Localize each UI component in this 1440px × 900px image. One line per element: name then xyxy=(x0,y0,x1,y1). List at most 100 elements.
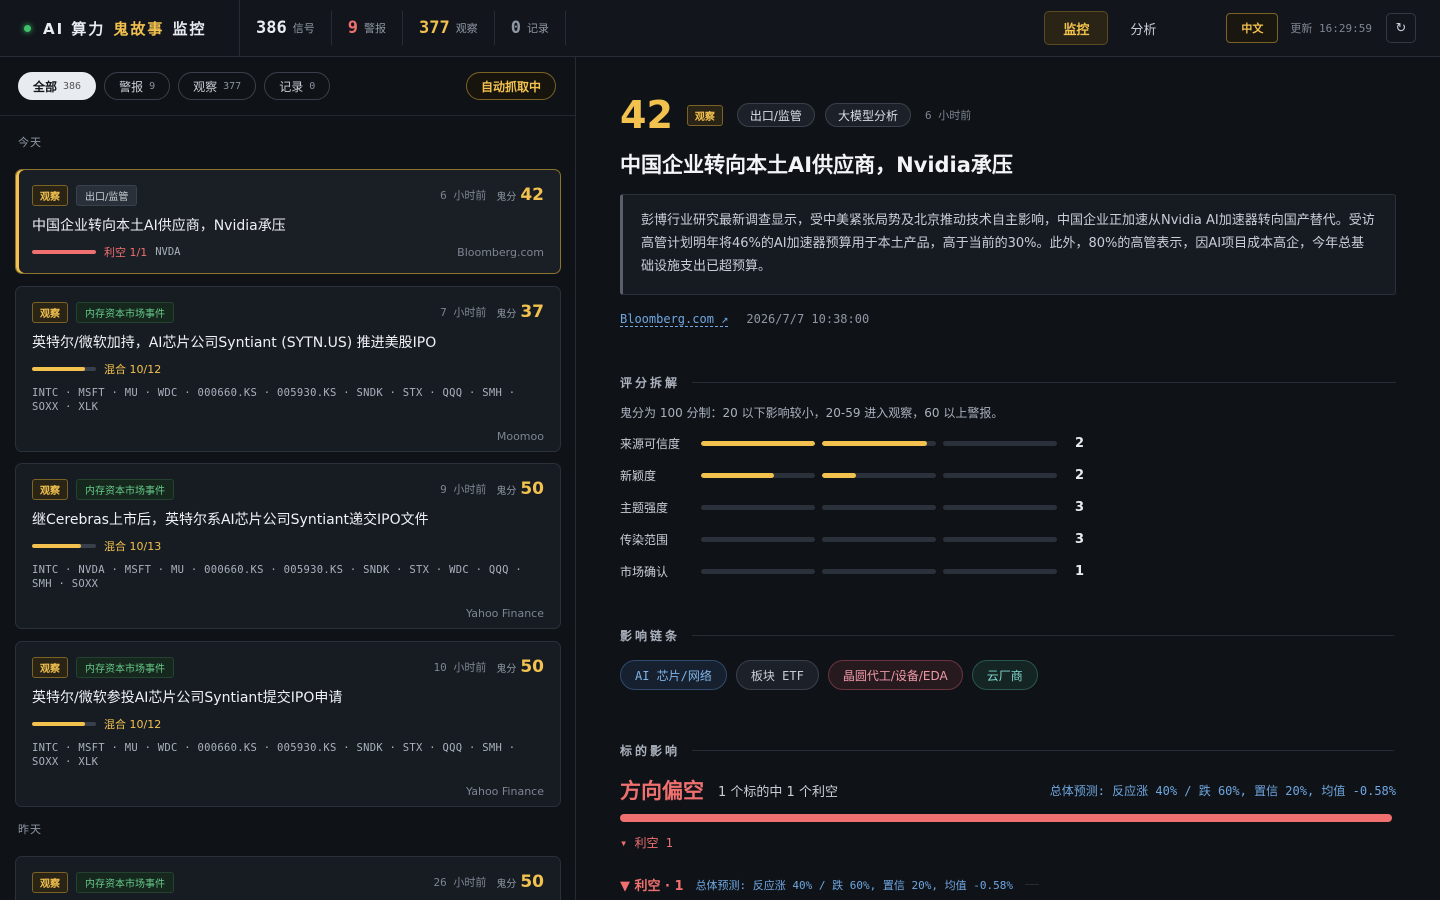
signal-card[interactable]: 观察 内存资本市场事件 26 小时前 鬼分 50 xyxy=(15,856,561,900)
filter-alert-chip[interactable]: 警报 9 xyxy=(104,72,171,100)
brand-title-a: AI 算力 xyxy=(43,19,106,38)
score-row-label: 主题强度 xyxy=(620,500,669,515)
refresh-icon: ↻ xyxy=(1395,20,1407,36)
detail-source-link[interactable]: Bloomberg.com ↗ xyxy=(620,312,729,327)
bearish-ratio-bar xyxy=(620,814,1392,822)
card-header-row: 观察 内存资本市场事件 7 小时前 鬼分 37 xyxy=(32,301,544,323)
stat-alerts-label: 警报 xyxy=(363,22,386,35)
score-row: 传染范围 3 xyxy=(620,523,1440,555)
detail-time: 6 小时前 xyxy=(924,109,972,122)
sentiment-bar xyxy=(32,722,96,726)
score-row-label: 市场确认 xyxy=(620,564,669,579)
filter-record-chip[interactable]: 记录 0 xyxy=(264,72,331,100)
card-title: 英特尔/微软参投AI芯片公司Syntiant提交IPO申请 xyxy=(32,690,343,706)
chain-pill-foundry[interactable]: 晶圆代工/设备/EDA xyxy=(827,660,963,690)
sentiment-text: 混合 10/12 xyxy=(104,363,162,376)
detail-method-pill: 大模型分析 xyxy=(824,103,911,127)
score-segment-fill xyxy=(701,440,815,446)
chain-pill-ai-chip[interactable]: AI 芯片/网络 xyxy=(620,660,727,690)
score-row-label: 来源可信度 xyxy=(620,436,681,451)
category-tag: 内存资本市场事件 xyxy=(76,871,174,893)
overall-prediction: 总体预测: 反应涨 40% / 跌 60%, 置信 20%, 均值 -0.58% xyxy=(1049,783,1396,798)
direction-label: 方向偏空 xyxy=(620,779,704,803)
impact-chain: AI 芯片/网络 板块 ETF 晶圆代工/设备/EDA 云厂商 xyxy=(620,660,1440,690)
category-tag: 内存资本市场事件 xyxy=(76,656,174,678)
score-segment xyxy=(943,568,1057,574)
brand-title-c: 监控 xyxy=(172,19,207,38)
signal-card[interactable]: 观察 内存资本市场事件 9 小时前 鬼分 50 继Cerebras上市后，英特尔… xyxy=(15,463,561,629)
score-segment-fill xyxy=(701,472,774,478)
signal-card[interactable]: 观察 内存资本市场事件 10 小时前 鬼分 50 英特尔/微软参投AI芯片公司S… xyxy=(15,641,561,807)
filter-all-count: 386 xyxy=(63,80,82,92)
score-row: 市场确认 1 xyxy=(620,555,1440,587)
sentiment-bar-fill xyxy=(32,250,96,254)
card-sentiment-row: 利空 1/1 NVDA Bloomberg.com xyxy=(32,245,544,259)
stat-signals-label: 信号 xyxy=(292,22,315,35)
sentiment-bar xyxy=(32,544,96,548)
language-toggle-button[interactable]: 中文 xyxy=(1226,13,1279,43)
section-divider xyxy=(692,635,1395,636)
chain-pill-sector-etf[interactable]: 板块 ETF xyxy=(735,660,819,690)
ghost-score-label: 鬼分 xyxy=(496,663,517,675)
nav-analysis-tab[interactable]: 分析 xyxy=(1112,11,1174,45)
ghost-score-label: 鬼分 xyxy=(496,878,517,890)
filter-watch-count: 377 xyxy=(223,80,242,92)
sentiment-bar-fill xyxy=(32,544,82,548)
day-label-yesterday: 昨天 xyxy=(18,823,42,836)
card-tickers: INTC · NVDA · MSFT · MU · 000660.KS · 00… xyxy=(32,564,522,590)
score-row-value: 3 xyxy=(1075,531,1085,547)
live-status-dot-icon xyxy=(24,24,31,32)
card-time: 26 小时前 xyxy=(433,876,487,889)
sentiment-bar-fill xyxy=(32,722,86,726)
section-divider xyxy=(692,750,1395,751)
card-tickers: INTC · MSFT · MU · WDC · 000660.KS · 005… xyxy=(32,387,516,413)
filter-alert-label: 警报 xyxy=(119,79,144,94)
bearish-group-prediction: 总体预测: 反应涨 40% / 跌 60%, 置信 20%, 均值 -0.58% xyxy=(695,878,1013,892)
stat-watch: 377 观察 xyxy=(403,11,495,45)
top-bar: AI 算力 鬼故事 监控 386 信号 9 警报 377 观察 0 记录 监控 … xyxy=(0,0,1440,57)
score-segment xyxy=(943,536,1057,542)
nav-monitor-tab[interactable]: 监控 xyxy=(1044,11,1109,45)
level-badge: 观察 xyxy=(32,871,68,893)
updated-time: 更新 16:29:59 xyxy=(1290,20,1372,36)
auto-fetch-button[interactable]: 自动抓取中 xyxy=(465,72,556,100)
score-row-label: 新颖度 xyxy=(620,468,657,483)
score-segment-fill xyxy=(822,472,857,478)
signal-card[interactable]: 观察 内存资本市场事件 7 小时前 鬼分 37 英特尔/微软加持，AI芯片公司S… xyxy=(15,286,561,452)
bearish-group-label[interactable]: ▼ 利空 · 1 xyxy=(620,875,684,894)
score-row: 来源可信度 2 xyxy=(620,427,1440,459)
score-row-value: 3 xyxy=(1075,499,1085,515)
score-row-label: 传染范围 xyxy=(620,532,669,547)
score-row: 新颖度 2 xyxy=(620,459,1440,491)
ghost-score-label: 鬼分 xyxy=(496,308,517,320)
score-segment xyxy=(822,504,936,510)
signal-card[interactable]: 观察 出口/监管 6 小时前 鬼分 42 中国企业转向本土AI供应商，Nvidi… xyxy=(15,169,561,274)
card-time: 6 小时前 xyxy=(440,189,487,202)
card-source: Yahoo Finance xyxy=(466,785,544,798)
score-row-value: 1 xyxy=(1075,563,1085,579)
filter-all-chip[interactable]: 全部 386 xyxy=(18,72,97,100)
ghost-score: 50 xyxy=(520,872,544,892)
score-row-value: 2 xyxy=(1075,435,1085,451)
score-segment xyxy=(943,504,1057,510)
stat-records: 0 记录 xyxy=(495,11,566,45)
bearish-group-row: ▼ 利空 · 1 总体预测: 反应涨 40% / 跌 60%, 置信 20%, … xyxy=(620,875,1440,894)
refresh-button[interactable]: ↻ xyxy=(1386,13,1416,43)
score-breakdown-title: 评分拆解 xyxy=(620,376,681,390)
day-label-today: 今天 xyxy=(18,136,42,149)
bearish-toggle[interactable]: ▾ 利空 1 xyxy=(620,834,1440,851)
card-source: Yahoo Finance xyxy=(466,607,544,620)
detail-header: 42 观察 出口/监管 大模型分析 6 小时前 xyxy=(620,93,1440,137)
target-impact-heading: 标的影响 xyxy=(620,742,1440,759)
detail-source-line: Bloomberg.com ↗ 2026/7/7 10:38:00 xyxy=(620,312,1440,327)
card-header-row: 观察 内存资本市场事件 10 小时前 鬼分 50 xyxy=(32,656,544,678)
ghost-score-label: 鬼分 xyxy=(496,485,517,497)
score-row: 主题强度 3 xyxy=(620,491,1440,523)
filter-watch-chip[interactable]: 观察 377 xyxy=(178,72,257,100)
stat-signals-num: 386 xyxy=(256,18,287,38)
detail-category-pill: 出口/监管 xyxy=(736,103,815,127)
chain-pill-cloud[interactable]: 云厂商 xyxy=(971,660,1038,690)
card-tickers: INTC · MSFT · MU · WDC · 000660.KS · 005… xyxy=(32,742,516,768)
score-segment xyxy=(701,440,815,446)
filter-bar: 全部 386 警报 9 观察 377 记录 0 自动抓取中 xyxy=(0,57,575,116)
